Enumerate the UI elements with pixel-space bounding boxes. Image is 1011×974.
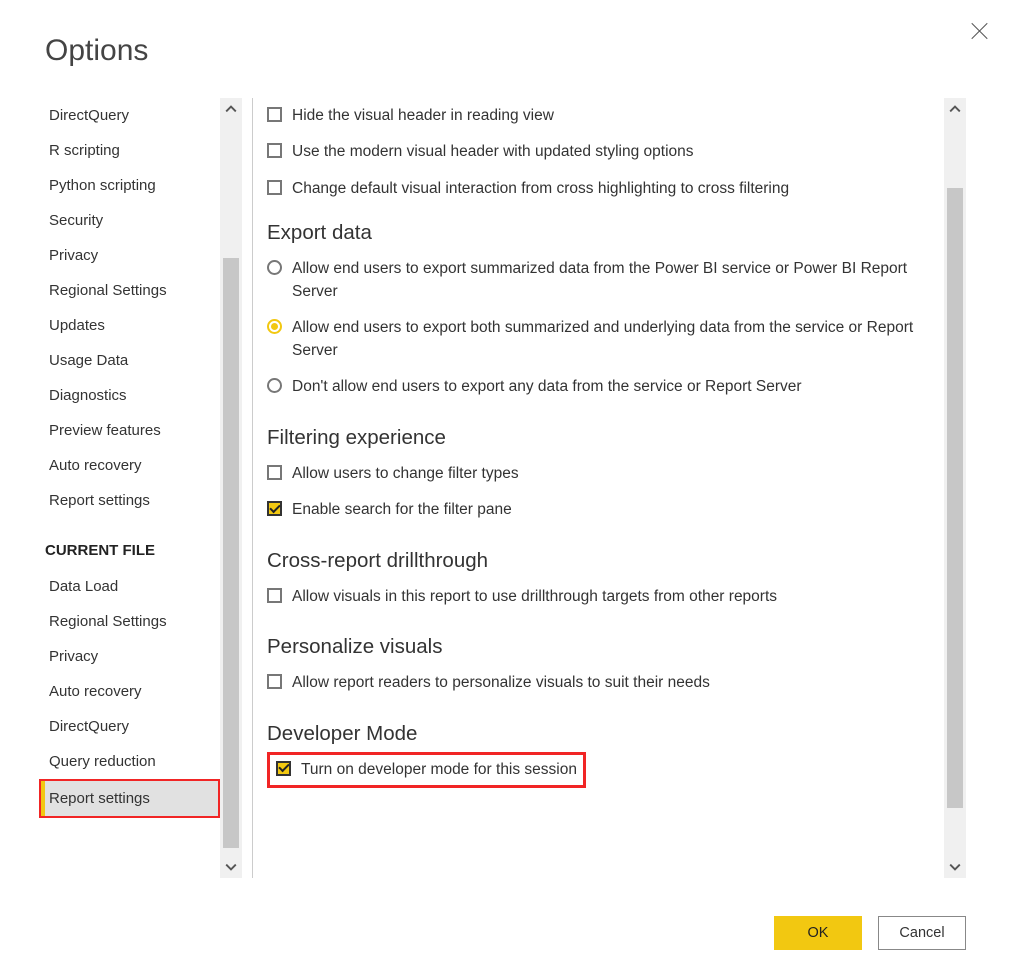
radio-label: Don't allow end users to export any data… [292, 376, 802, 398]
sidebar-scrollbar[interactable] [220, 98, 242, 878]
sidebar-item-security[interactable]: Security [45, 203, 220, 238]
sidebar-item-directquery[interactable]: DirectQuery [45, 98, 220, 133]
sidebar-section-header: CURRENT FILE [45, 518, 220, 569]
sidebar-item-directquery-file[interactable]: DirectQuery [45, 709, 220, 744]
checkbox-personalize-visuals[interactable]: Allow report readers to personalize visu… [267, 665, 938, 701]
checkbox-label: Allow visuals in this report to use dril… [292, 586, 777, 608]
checkbox-developer-mode[interactable]: Turn on developer mode for this session [276, 759, 577, 781]
sidebar-list: DirectQuery R scripting Python scripting… [45, 98, 220, 878]
checkbox-filter-search[interactable]: Enable search for the filter pane [267, 492, 938, 528]
radio-icon [267, 378, 282, 393]
scroll-down-icon[interactable] [220, 856, 242, 878]
dialog-footer: OK Cancel [774, 916, 966, 950]
ok-button[interactable]: OK [774, 916, 862, 950]
checkbox-label: Allow report readers to personalize visu… [292, 672, 710, 694]
checkbox-label: Hide the visual header in reading view [292, 105, 554, 127]
scroll-up-icon[interactable] [220, 98, 242, 120]
sidebar-item-regional-settings-file[interactable]: Regional Settings [45, 604, 220, 639]
sidebar-item-data-load[interactable]: Data Load [45, 569, 220, 604]
section-header-export-data: Export data [267, 221, 938, 245]
sidebar-item-auto-recovery[interactable]: Auto recovery [45, 448, 220, 483]
sidebar-item-privacy-file[interactable]: Privacy [45, 639, 220, 674]
checkbox-cross-report-drillthrough[interactable]: Allow visuals in this report to use dril… [267, 579, 938, 615]
radio-export-none[interactable]: Don't allow end users to export any data… [267, 369, 938, 405]
checkbox-hide-visual-header[interactable]: Hide the visual header in reading view [267, 98, 938, 134]
checkbox-label: Enable search for the filter pane [292, 499, 512, 521]
highlight-developer-mode: Turn on developer mode for this session [267, 752, 586, 788]
sidebar-item-query-reduction[interactable]: Query reduction [45, 744, 220, 779]
scroll-up-icon[interactable] [944, 98, 966, 120]
section-header-personalize: Personalize visuals [267, 635, 938, 659]
checkbox-icon [276, 761, 291, 776]
section-header-filtering: Filtering experience [267, 426, 938, 450]
radio-export-both[interactable]: Allow end users to export both summarize… [267, 310, 938, 369]
checkbox-icon [267, 143, 282, 158]
close-icon[interactable] [971, 22, 989, 40]
sidebar-item-report-settings-file[interactable]: Report settings [39, 779, 220, 818]
sidebar-item-auto-recovery-file[interactable]: Auto recovery [45, 674, 220, 709]
sidebar-item-diagnostics[interactable]: Diagnostics [45, 378, 220, 413]
sidebar-item-preview-features[interactable]: Preview features [45, 413, 220, 448]
sidebar-item-python-scripting[interactable]: Python scripting [45, 168, 220, 203]
sidebar-item-regional-settings[interactable]: Regional Settings [45, 273, 220, 308]
checkbox-icon [267, 501, 282, 516]
sidebar-item-usage-data[interactable]: Usage Data [45, 343, 220, 378]
checkbox-icon [267, 465, 282, 480]
content-panel: Hide the visual header in reading view U… [267, 98, 944, 878]
checkbox-label: Use the modern visual header with update… [292, 141, 694, 163]
sidebar-item-updates[interactable]: Updates [45, 308, 220, 343]
sidebar-item-privacy[interactable]: Privacy [45, 238, 220, 273]
checkbox-icon [267, 588, 282, 603]
radio-label: Allow end users to export summarized dat… [292, 258, 938, 303]
scroll-down-icon[interactable] [944, 856, 966, 878]
radio-icon [267, 319, 282, 334]
radio-icon [267, 260, 282, 275]
checkbox-filter-types[interactable]: Allow users to change filter types [267, 456, 938, 492]
checkbox-modern-visual-header[interactable]: Use the modern visual header with update… [267, 134, 938, 170]
sidebar: DirectQuery R scripting Python scripting… [45, 98, 242, 878]
checkbox-label: Turn on developer mode for this session [301, 759, 577, 781]
content-scrollbar[interactable] [944, 98, 966, 878]
sidebar-item-report-settings-global[interactable]: Report settings [45, 483, 220, 518]
scroll-thumb[interactable] [223, 258, 239, 848]
radio-label: Allow end users to export both summarize… [292, 317, 938, 362]
checkbox-icon [267, 107, 282, 122]
cancel-button[interactable]: Cancel [878, 916, 966, 950]
checkbox-icon [267, 180, 282, 195]
checkbox-default-interaction[interactable]: Change default visual interaction from c… [267, 171, 938, 207]
radio-export-summarized[interactable]: Allow end users to export summarized dat… [267, 251, 938, 310]
divider [252, 98, 253, 878]
checkbox-label: Allow users to change filter types [292, 463, 519, 485]
checkbox-label: Change default visual interaction from c… [292, 178, 789, 200]
sidebar-item-r-scripting[interactable]: R scripting [45, 133, 220, 168]
dialog-title: Options [45, 34, 966, 68]
section-header-developer-mode: Developer Mode [267, 722, 938, 746]
scroll-thumb[interactable] [947, 188, 963, 808]
checkbox-icon [267, 674, 282, 689]
section-header-cross-report: Cross-report drillthrough [267, 549, 938, 573]
